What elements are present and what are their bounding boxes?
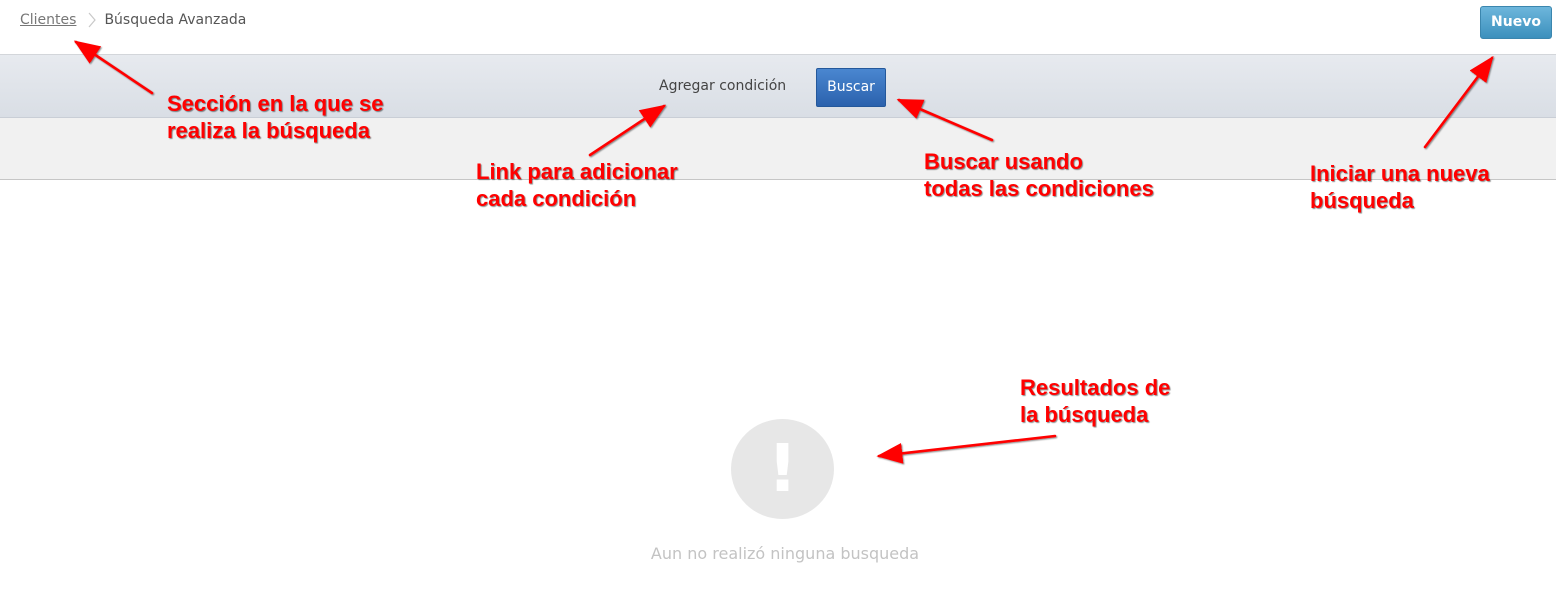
new-button[interactable]: Nuevo: [1480, 6, 1552, 39]
breadcrumb-link-clientes[interactable]: Clientes: [20, 12, 76, 28]
breadcrumb-current: Búsqueda Avanzada: [104, 12, 247, 28]
search-button[interactable]: Buscar: [816, 68, 886, 107]
empty-state-icon: !: [731, 419, 834, 519]
annotation-results: Resultados de la búsqueda: [1020, 375, 1171, 427]
page-header: Clientes Búsqueda Avanzada Nuevo: [0, 0, 1556, 55]
arrow-results: [876, 434, 1057, 464]
annotation-search: Buscar usando todas las condiciones: [924, 149, 1154, 201]
annotation-add-link: Link para adicionar cada condición: [476, 159, 678, 211]
add-condition-link[interactable]: Agregar condición: [659, 78, 786, 94]
empty-state-message: Aun no realizó ninguna busqueda: [650, 544, 920, 563]
exclamation-icon: !: [767, 430, 798, 507]
annotation-section: Sección en la que se realiza la búsqueda: [167, 91, 384, 143]
annotation-new: Iniciar una nueva búsqueda: [1310, 161, 1490, 213]
breadcrumb: Clientes Búsqueda Avanzada: [20, 12, 246, 28]
chevron-right-icon: [88, 12, 97, 28]
